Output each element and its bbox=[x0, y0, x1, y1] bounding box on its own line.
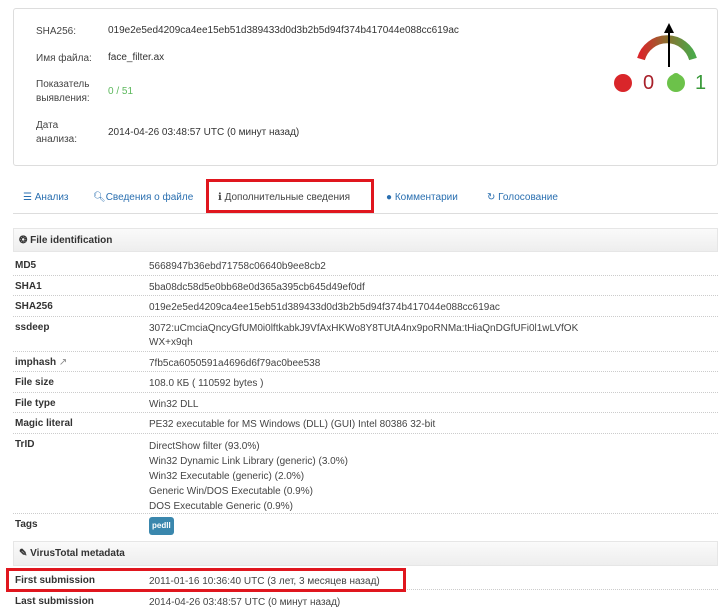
tab-votes[interactable]: ↻ Голосование bbox=[487, 192, 558, 203]
row-label: SHA256 bbox=[15, 301, 53, 312]
trid-item: DirectShow filter (93.0%) bbox=[149, 441, 260, 452]
trid-list: DirectShow filter (93.0%) Win32 Dynamic … bbox=[149, 439, 348, 514]
table-row: TrID DirectShow filter (93.0%) Win32 Dyn… bbox=[13, 434, 718, 514]
search-icon: 🔍︎ bbox=[93, 192, 106, 203]
filename-value: face_filter.ax bbox=[108, 52, 165, 63]
row-label: TrID bbox=[15, 439, 35, 450]
file-identification-header: ❂ File identification bbox=[13, 228, 718, 252]
sha256-value: 019e2e5ed4209ca4ee15eb51d389433d0d3b2b5d… bbox=[108, 25, 459, 36]
highlight-box-tab bbox=[206, 179, 374, 213]
table-row: Tags pedll bbox=[13, 514, 718, 536]
table-row: SHA256 019e2e5ed4209ca4ee15eb51d389433d0d… bbox=[13, 296, 718, 317]
table-row: Magic literal PE32 executable for MS Wind… bbox=[13, 413, 718, 434]
table-row: SHA1 5ba08dc58d5e0bb68e0d365a395cb645d49e… bbox=[13, 276, 718, 296]
date-label-line2: анализа: bbox=[36, 134, 77, 145]
table-row: Last submission 2014-04-26 03:48:57 UTC (… bbox=[13, 591, 718, 611]
vote-icon: ↻ bbox=[487, 192, 499, 203]
row-label: MD5 bbox=[15, 260, 37, 271]
ssdeep-line1: 3072:uCmciaQncyGfUM0i0lftkabkJ9VfAxHKWo8… bbox=[149, 323, 579, 334]
table-row: ssdeep 3072:uCmciaQncyGfUM0i0lftkabkJ9VfA… bbox=[13, 317, 718, 352]
tag-badge[interactable]: pedll bbox=[149, 517, 174, 535]
ssdeep-line2: WX+x9qh bbox=[149, 337, 193, 348]
row-label: SHA1 bbox=[15, 281, 42, 292]
tab-comments[interactable]: ● Комментарии bbox=[386, 192, 458, 203]
filename-label: Имя файла: bbox=[36, 53, 92, 64]
row-value: 5ba08dc58d5e0bb68e0d365a395cb645d49ef0df bbox=[149, 282, 365, 293]
detection-label: Показатель выявления: bbox=[36, 78, 90, 106]
tab-label: Комментарии bbox=[394, 192, 458, 203]
row-value: 5668947b36ebd71758c06640b9ee8cb2 bbox=[149, 261, 326, 272]
row-value: Win32 DLL bbox=[149, 399, 199, 410]
bad-votes-count: 0 bbox=[643, 72, 655, 94]
good-votes-count: 1 bbox=[695, 72, 707, 94]
fingerprint-icon: ❂ bbox=[19, 235, 31, 246]
row-label: File type bbox=[15, 398, 56, 409]
analysis-date: 2014-04-26 03:48:57 UTC (0 минут назад) bbox=[108, 127, 300, 138]
table-row: imphash ↗ 7fb5ca6050591a4696d6f79ac0bee53… bbox=[13, 352, 718, 372]
row-value: 7fb5ca6050591a4696d6f79ac0bee538 bbox=[149, 358, 321, 369]
tab-label: Сведения о файле bbox=[105, 192, 194, 203]
row-value: 3072:uCmciaQncyGfUM0i0lftkabkJ9VfAxHKWo8… bbox=[149, 322, 578, 350]
row-label[interactable]: imphash ↗ bbox=[15, 357, 67, 368]
summary-card: SHA256: 019e2e5ed4209ca4ee15eb51d389433d… bbox=[13, 8, 718, 166]
detection-label-line1: Показатель bbox=[36, 79, 90, 90]
section-title: VirusTotal metadata bbox=[30, 548, 125, 559]
trid-item: Win32 Dynamic Link Library (generic) (3.… bbox=[149, 456, 348, 467]
tab-analysis[interactable]: ☰ Анализ bbox=[23, 192, 69, 203]
row-label: ssdeep bbox=[15, 322, 50, 333]
row-label: Last submission bbox=[15, 596, 94, 607]
tag-icon: ✎ bbox=[19, 548, 31, 559]
date-label: Дата анализа: bbox=[36, 119, 77, 147]
table-row: MD5 5668947b36ebd71758c06640b9ee8cb2 bbox=[13, 255, 718, 276]
tab-label: Голосование bbox=[498, 192, 558, 203]
detection-ratio: 0 / 51 bbox=[108, 86, 134, 97]
trid-item: Win32 Executable (generic) (2.0%) bbox=[149, 471, 305, 482]
row-value: 108.0 КБ ( 110592 bytes ) bbox=[149, 378, 264, 389]
vt-metadata-header: ✎ VirusTotal metadata bbox=[13, 541, 718, 566]
table-row: File type Win32 DLL bbox=[13, 393, 718, 413]
tab-file-details[interactable]: 🔍︎Сведения о файле bbox=[93, 192, 193, 203]
row-label: File size bbox=[15, 377, 54, 388]
tab-label: Анализ bbox=[34, 192, 69, 203]
community-score-gauge: 0 1 bbox=[609, 19, 719, 99]
row-value: 2014-04-26 03:48:57 UTC (0 минут назад) bbox=[149, 597, 341, 608]
section-title: File identification bbox=[30, 235, 113, 246]
row-label: Magic literal bbox=[15, 418, 73, 429]
comment-icon: ● bbox=[386, 192, 395, 203]
imphash-label: imphash bbox=[15, 357, 57, 368]
row-value: PE32 executable for MS Windows (DLL) (GU… bbox=[149, 419, 436, 430]
trid-item: DOS Executable Generic (0.9%) bbox=[149, 501, 293, 512]
row-value: 019e2e5ed4209ca4ee15eb51d389433d0d3b2b5d… bbox=[149, 302, 500, 313]
trid-item: Generic Win/DOS Executable (0.9%) bbox=[149, 486, 313, 497]
list-icon: ☰ bbox=[23, 192, 35, 203]
date-label-line1: Дата bbox=[36, 120, 59, 131]
row-label: Tags bbox=[15, 519, 38, 530]
angel-icon[interactable] bbox=[667, 74, 685, 92]
devil-icon[interactable] bbox=[614, 74, 632, 92]
sha256-label: SHA256: bbox=[36, 26, 77, 37]
external-link-icon[interactable]: ↗ bbox=[59, 357, 67, 368]
highlight-box-first-submission bbox=[6, 568, 406, 592]
detection-label-line2: выявления: bbox=[36, 93, 90, 104]
table-row: File size 108.0 КБ ( 110592 bytes ) bbox=[13, 372, 718, 393]
